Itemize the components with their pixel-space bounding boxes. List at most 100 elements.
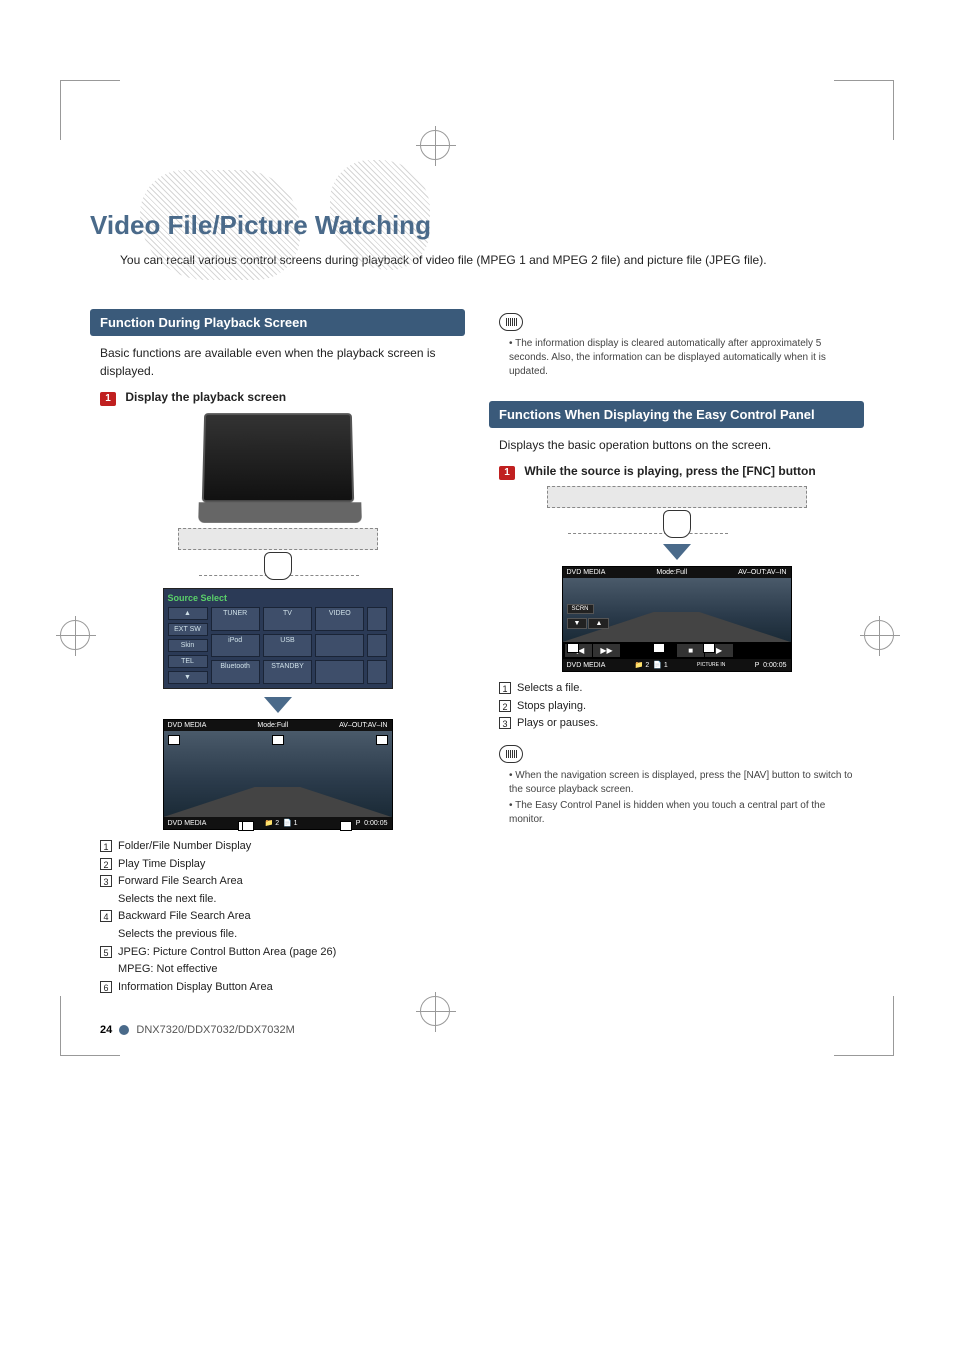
- usb-button[interactable]: USB: [263, 634, 312, 658]
- play-time: 0:00:05: [763, 662, 786, 669]
- tv-button[interactable]: TV: [263, 607, 312, 631]
- device-strip-illustration: [489, 486, 864, 538]
- callout-2: 2: [340, 821, 352, 831]
- tel-button[interactable]: TEL: [168, 655, 208, 668]
- scrn-button[interactable]: SCRN: [567, 604, 594, 614]
- step-text: While the source is playing, press the […: [524, 464, 815, 478]
- callout-text: JPEG: Picture Control Button Area (page …: [118, 944, 336, 962]
- step-text: Display the playback screen: [125, 390, 286, 404]
- callout-text: Forward File Search Area: [118, 873, 243, 891]
- tuner-button[interactable]: TUNER: [211, 607, 260, 631]
- num-box: 5: [100, 946, 112, 958]
- callout-text: Selects the next file.: [118, 891, 216, 909]
- page-footer: 24 DNX7320/DDX7032/DDX7032M: [100, 1024, 864, 1036]
- registration-mark: [864, 620, 894, 650]
- step-number-badge: 1: [100, 392, 116, 406]
- down-btn[interactable]: ▼: [567, 618, 588, 629]
- ss-bottom-source: DVD MEDIA: [168, 820, 207, 827]
- arrow-down-icon: [663, 544, 691, 560]
- callout-list: 1Selects a file. 2Stops playing. 3Plays …: [499, 680, 854, 733]
- callout-2: 2: [653, 643, 665, 653]
- callout-list: 1 Folder/File Number Display 2 Play Time D…: [100, 838, 455, 996]
- num-box: 2: [499, 700, 511, 712]
- num-box: 2: [100, 858, 112, 870]
- callout-3: 3: [703, 643, 715, 653]
- callout-5: 5: [272, 735, 284, 745]
- side-icon: [367, 607, 387, 631]
- crop-mark: [60, 996, 120, 1056]
- p-label: P: [356, 820, 361, 827]
- callout-1: 1: [567, 643, 579, 653]
- num-box: 1: [100, 840, 112, 852]
- side-icon: [367, 660, 387, 684]
- ss-mode: Mode:Full: [656, 569, 687, 576]
- stop-button[interactable]: ■: [677, 644, 704, 657]
- callout-text: Backward File Search Area: [118, 908, 251, 926]
- step-number-badge: 1: [499, 466, 515, 480]
- ext-sw-button[interactable]: EXT SW: [168, 623, 208, 636]
- source-select-title: Source Select: [168, 593, 388, 603]
- callout-text: Play Time Display: [118, 856, 205, 874]
- blank-button: [315, 660, 364, 684]
- file-num: 1: [664, 662, 668, 669]
- p-label: P: [755, 662, 760, 669]
- crop-mark: [60, 80, 120, 140]
- hand-icon: [264, 552, 292, 580]
- step-1: 1 Display the playback screen: [100, 390, 455, 406]
- registration-mark: [420, 130, 450, 160]
- blank-button: [315, 634, 364, 658]
- ipod-button[interactable]: iPod: [211, 634, 260, 658]
- num-box: 3: [499, 717, 511, 729]
- num-box: 3: [100, 875, 112, 887]
- note-text: • The information display is cleared aut…: [509, 337, 854, 379]
- crop-mark: [834, 996, 894, 1056]
- bluetooth-button[interactable]: Bluetooth: [211, 660, 260, 684]
- note-icon: [499, 745, 523, 763]
- play-time: 0:00:05: [364, 820, 387, 827]
- callout-4: 4: [168, 735, 180, 745]
- next-button[interactable]: ▶▶: [593, 644, 620, 657]
- section-body: Displays the basic operation buttons on …: [499, 436, 854, 454]
- model-numbers: DNX7320/DDX7032/DDX7032M: [136, 1024, 294, 1036]
- num-box: 1: [499, 682, 511, 694]
- callout-3: 3: [376, 735, 388, 745]
- callout-text: Selects a file.: [517, 680, 582, 698]
- section-body: Basic functions are available even when …: [100, 344, 455, 380]
- section-header-easy-control: Functions When Displaying the Easy Contr…: [489, 401, 864, 428]
- ss-avout: AV–OUT:AV–IN: [738, 569, 786, 576]
- hand-icon: [663, 510, 691, 538]
- standby-button[interactable]: STANDBY: [263, 660, 312, 684]
- callout-text: Folder/File Number Display: [118, 838, 251, 856]
- note-text: • The Easy Control Panel is hidden when …: [509, 799, 854, 827]
- video-button[interactable]: VIDEO: [315, 607, 364, 631]
- monitor-illustration: [90, 412, 465, 502]
- callout-text: Information Display Button Area: [118, 979, 273, 997]
- crop-mark: [834, 80, 894, 140]
- callout-1: 1: [242, 821, 254, 831]
- ss-bottom-source: DVD MEDIA: [567, 662, 606, 669]
- arrow-down-icon: [264, 697, 292, 713]
- folder-num: 2: [275, 820, 279, 827]
- callout-text: Plays or pauses.: [517, 715, 598, 733]
- ss-avout: AV–OUT:AV–IN: [339, 722, 387, 729]
- file-num: 1: [294, 820, 298, 827]
- step-1: 1 While the source is playing, press the…: [499, 464, 854, 480]
- skin-button[interactable]: Skin: [168, 639, 208, 652]
- up-button[interactable]: ▲: [168, 607, 208, 620]
- registration-mark: [420, 996, 450, 1026]
- side-icon: [367, 634, 387, 658]
- num-box: 6: [100, 981, 112, 993]
- folder-num: 2: [645, 662, 649, 669]
- page-title: Video File/Picture Watching: [90, 210, 864, 241]
- down-button[interactable]: ▼: [168, 671, 208, 684]
- playback-screenshot: DVD MEDIA Mode:Full AV–OUT:AV–IN 4 5 3 6…: [163, 719, 393, 830]
- up-btn[interactable]: ▲: [588, 618, 609, 629]
- registration-mark: [60, 620, 90, 650]
- easy-control-panel-screenshot: DVD MEDIA Mode:Full AV–OUT:AV–IN SCRN ▼ …: [562, 566, 792, 672]
- source-select-screen: Source Select ▲ EXT SW Skin TEL ▼ TUNER …: [163, 588, 393, 689]
- picture-label: PICTURE: [697, 662, 719, 668]
- num-box: 4: [100, 910, 112, 922]
- callout-text: MPEG: Not effective: [118, 961, 217, 979]
- dot-icon: [119, 1025, 129, 1035]
- ss-source: DVD MEDIA: [567, 569, 606, 576]
